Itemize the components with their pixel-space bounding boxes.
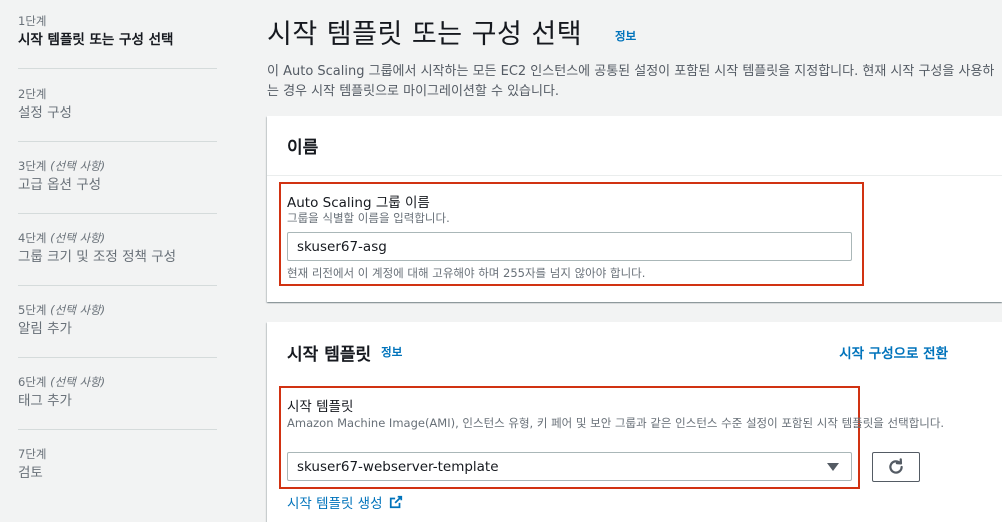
refresh-icon <box>889 458 903 474</box>
create-launch-template-label: 시작 템플릿 생성 <box>287 496 383 512</box>
launch-template-panel: 시작 템플릿 정보 시작 구성으로 전환 시작 템플릿 Amazon Machi… <box>267 322 1002 522</box>
step-number: 1단계 <box>18 14 47 28</box>
create-launch-template-link[interactable]: 시작 템플릿 생성 <box>287 492 403 512</box>
step-5[interactable]: 5단계 (선택 사항) 알림 추가 <box>18 303 217 358</box>
optional-label: (선택 사항) <box>50 375 106 389</box>
refresh-button[interactable] <box>872 452 920 482</box>
step-number: 6단계 (선택 사항) <box>18 375 106 389</box>
launch-template-selected-value: skuser67-webserver-template <box>297 458 499 475</box>
external-link-icon <box>389 495 402 509</box>
step-title: 태그 추가 <box>18 393 72 409</box>
step-number: 2단계 <box>18 87 47 101</box>
step-title: 그룹 크기 및 조정 정책 구성 <box>18 249 177 265</box>
step-number: 5단계 (선택 사항) <box>18 303 106 317</box>
step-title: 검토 <box>18 465 43 481</box>
step-number: 3단계 (선택 사항) <box>18 159 106 173</box>
step-7[interactable]: 7단계 검토 <box>18 447 217 502</box>
step-4[interactable]: 4단계 (선택 사항) 그룹 크기 및 조정 정책 구성 <box>18 231 217 286</box>
asg-name-input[interactable] <box>287 232 852 261</box>
name-panel-header: 이름 <box>267 116 1002 176</box>
step-2[interactable]: 2단계 설정 구성 <box>18 87 217 142</box>
step-title: 고급 옵션 구성 <box>18 177 102 193</box>
optional-label: (선택 사항) <box>50 159 106 173</box>
step-6[interactable]: 6단계 (선택 사항) 태그 추가 <box>18 375 217 430</box>
caret-down-icon <box>827 462 839 471</box>
launch-template-select[interactable]: skuser67-webserver-template <box>287 452 852 481</box>
page-title: 시작 템플릿 또는 구성 선택 <box>267 19 583 50</box>
asg-name-constraint: 현재 리전에서 이 계정에 대해 고유해야 하며 255자를 넘지 않아야 합니… <box>287 266 646 280</box>
step-title: 알림 추가 <box>18 321 72 337</box>
switch-to-launch-config-link[interactable]: 시작 구성으로 전환 <box>839 342 948 362</box>
asg-name-label: Auto Scaling 그룹 이름 <box>287 195 430 211</box>
launch-template-label: 시작 템플릿 <box>287 399 354 415</box>
name-panel: 이름 Auto Scaling 그룹 이름 그룹을 식별할 이름을 입력합니다.… <box>267 116 1002 302</box>
step-title: 설정 구성 <box>18 105 72 121</box>
name-panel-title: 이름 <box>287 138 319 158</box>
step-title: 시작 템플릿 또는 구성 선택 <box>18 32 174 48</box>
launch-template-panel-title: 시작 템플릿 <box>287 344 372 365</box>
optional-label: (선택 사항) <box>50 303 106 317</box>
page-description: 이 Auto Scaling 그룹에서 시작하는 모든 EC2 인스턴스에 공통… <box>267 64 995 99</box>
launch-template-description: Amazon Machine Image(AMI), 인스턴스 유형, 키 페어… <box>287 416 945 430</box>
template-info-link[interactable]: 정보 <box>381 344 402 360</box>
step-1[interactable]: 1단계 시작 템플릿 또는 구성 선택 <box>18 14 217 69</box>
step-number: 7단계 <box>18 447 47 461</box>
step-number: 4단계 (선택 사항) <box>18 231 106 245</box>
optional-label: (선택 사항) <box>50 231 106 245</box>
asg-name-description: 그룹을 식별할 이름을 입력합니다. <box>287 211 450 225</box>
step-3[interactable]: 3단계 (선택 사항) 고급 옵션 구성 <box>18 159 217 214</box>
header-info-link[interactable]: 정보 <box>615 28 636 44</box>
